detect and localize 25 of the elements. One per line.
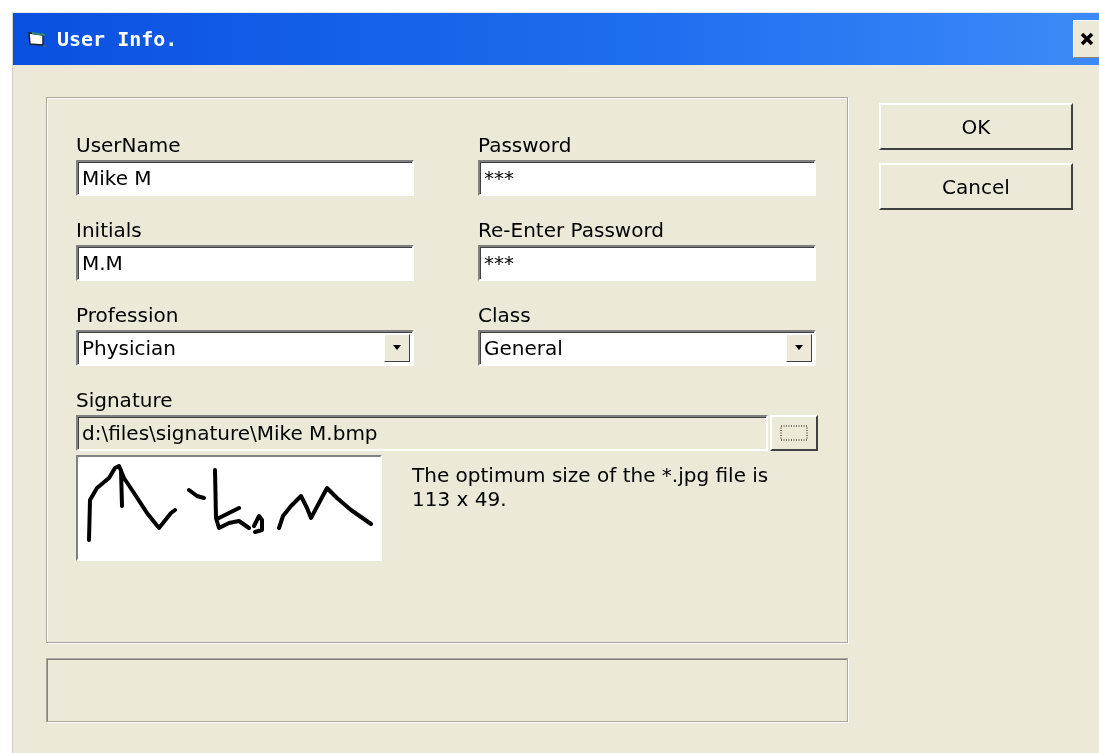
dropdown-field[interactable]: Physician — [76, 330, 414, 366]
input-field[interactable]: *** — [478, 160, 816, 196]
path-field[interactable]: d:\files\signature\Mike M.bmp — [76, 415, 768, 451]
window-title: User Info. — [57, 27, 179, 51]
dialog-button[interactable]: Cancel — [879, 163, 1073, 210]
field-label: Initials — [76, 217, 143, 243]
dialog-button[interactable]: OK — [879, 103, 1073, 150]
field-label: Password — [478, 132, 573, 158]
field-label: Profession — [76, 302, 180, 328]
close-icon — [1079, 31, 1095, 47]
caret-icon — [794, 345, 804, 351]
close-button[interactable] — [1073, 20, 1099, 58]
input-field[interactable]: M.M — [76, 245, 414, 281]
window-icon — [27, 30, 49, 48]
dropdown-field[interactable]: General — [478, 330, 816, 366]
input-field[interactable]: *** — [478, 245, 816, 281]
field-label: UserName — [76, 132, 182, 158]
input-field[interactable]: Mike M — [76, 160, 414, 196]
field-label: Class — [478, 302, 532, 328]
field-label: Signature — [76, 387, 174, 413]
hint-text: The optimum size of the *.jpg file is 113 x 49. — [412, 463, 770, 513]
caret-icon — [392, 345, 402, 351]
browse-button[interactable] — [770, 415, 818, 451]
ellipsis-icon — [779, 424, 809, 442]
field-label: Re-Enter Password — [478, 217, 665, 243]
